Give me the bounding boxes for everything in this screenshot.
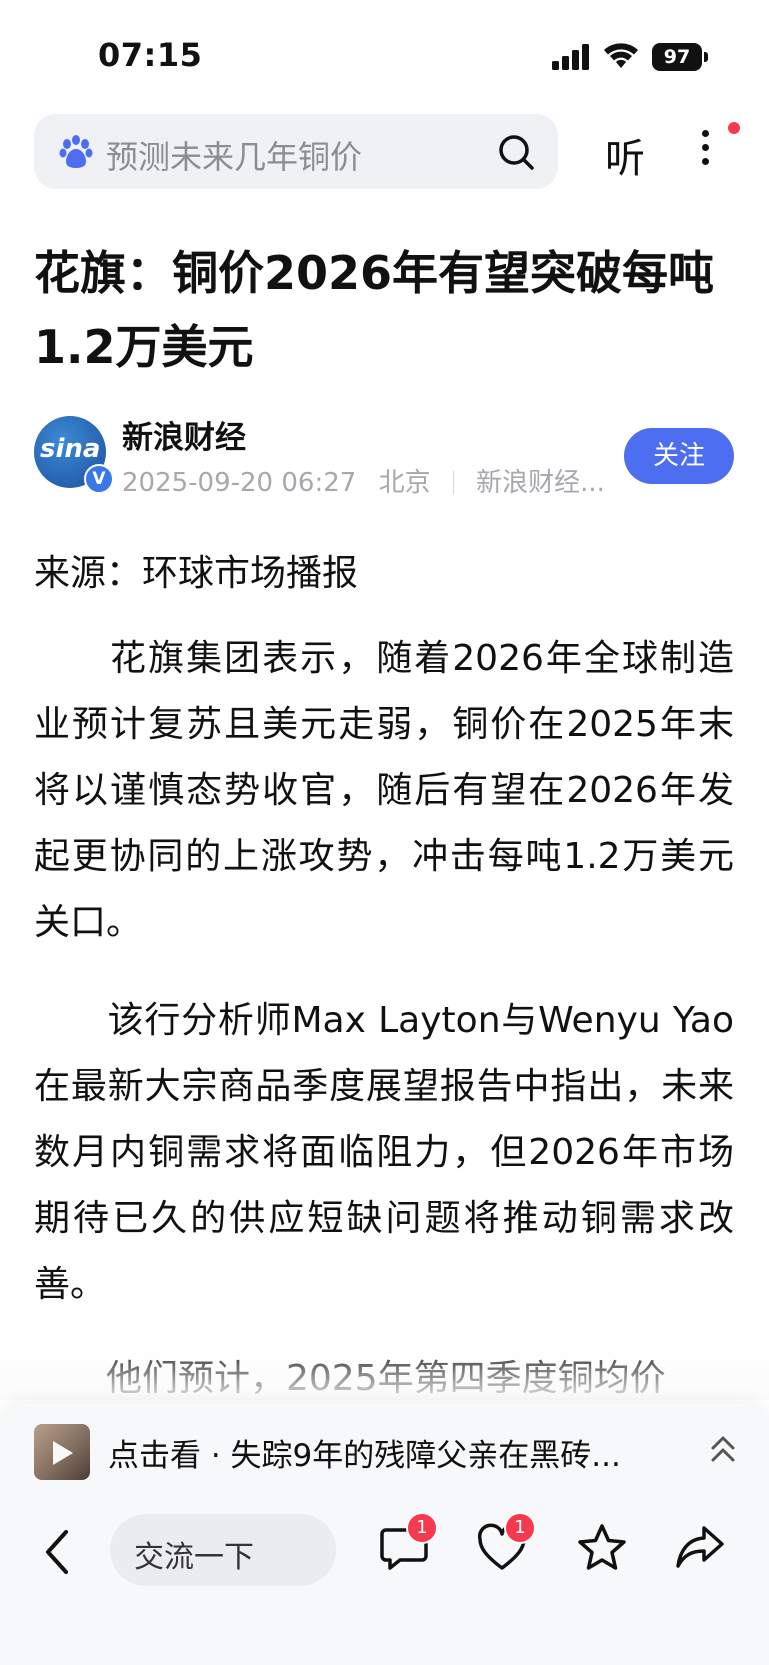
battery-icon: 97 [652, 43, 702, 71]
battery-tip [704, 52, 708, 62]
notification-dot [728, 122, 740, 134]
play-icon [53, 1441, 73, 1465]
search-icon[interactable] [496, 132, 536, 172]
video-thumbnail[interactable] [34, 1424, 90, 1480]
more-menu-icon[interactable] [690, 126, 720, 176]
share-button[interactable] [674, 1522, 726, 1574]
comment-count-badge: 1 [406, 1512, 438, 1544]
follow-button[interactable]: 关注 [624, 428, 734, 484]
recommendation-title[interactable]: 点击看 · 失踪9年的残障父亲在黑砖... [108, 1430, 678, 1475]
search-bar[interactable]: 预测未来几年铜价 [34, 114, 558, 189]
article-title: 花旗：铜价2026年有望突破每吨1.2万美元 [34, 246, 715, 374]
status-bar: 07:15 97 [0, 0, 769, 110]
comment-button[interactable]: 1 [378, 1512, 438, 1574]
article-source: 来源：环球市场播报 [34, 553, 359, 594]
like-count-badge: 1 [504, 1512, 536, 1544]
avatar-logo-text: sina [40, 434, 101, 464]
back-arrow-icon[interactable] [38, 1524, 78, 1580]
author-name[interactable]: 新浪财经 [122, 412, 246, 457]
author-avatar[interactable]: sina V [34, 416, 114, 494]
meta-divider [452, 471, 454, 495]
content-fade [0, 1340, 769, 1400]
verified-icon: V [84, 464, 114, 494]
search-input[interactable]: 预测未来几年铜价 [106, 132, 362, 178]
bottom-toolbar: 交流一下 1 1 [0, 1498, 769, 1665]
publish-datetime: 2025-09-20 06:27 [122, 468, 357, 498]
article-meta: 2025-09-20 06:27 北京 新浪财经... [122, 462, 605, 499]
comment-input[interactable]: 交流一下 [110, 1514, 336, 1586]
share-arrow-icon [676, 1526, 724, 1568]
star-icon [578, 1524, 626, 1570]
listen-button[interactable]: 听 [605, 126, 645, 184]
cellular-signal-icon [552, 44, 589, 70]
recommendation-banner[interactable]: 点击看 · 失踪9年的残障父亲在黑砖... [0, 1404, 769, 1498]
favorite-button[interactable] [576, 1522, 628, 1574]
battery-level: 97 [663, 46, 691, 68]
status-time: 07:15 [98, 36, 203, 74]
publisher-name: 新浪财经... [476, 468, 605, 498]
wifi-icon [604, 43, 638, 68]
publish-location: 北京 [378, 468, 431, 498]
article-paragraph: 该行分析师Max Layton与Wenyu Yao在最新大宗商品季度展望报告中指… [34, 1000, 734, 1305]
article-paragraph: 花旗集团表示，随着2026年全球制造业预计复苏且美元走弱，铜价在2025年末将以… [34, 638, 734, 943]
baidu-paw-icon [59, 135, 93, 168]
comment-placeholder: 交流一下 [134, 1540, 254, 1575]
double-chevron-up-icon[interactable] [708, 1430, 738, 1470]
like-button[interactable]: 1 [476, 1512, 536, 1574]
